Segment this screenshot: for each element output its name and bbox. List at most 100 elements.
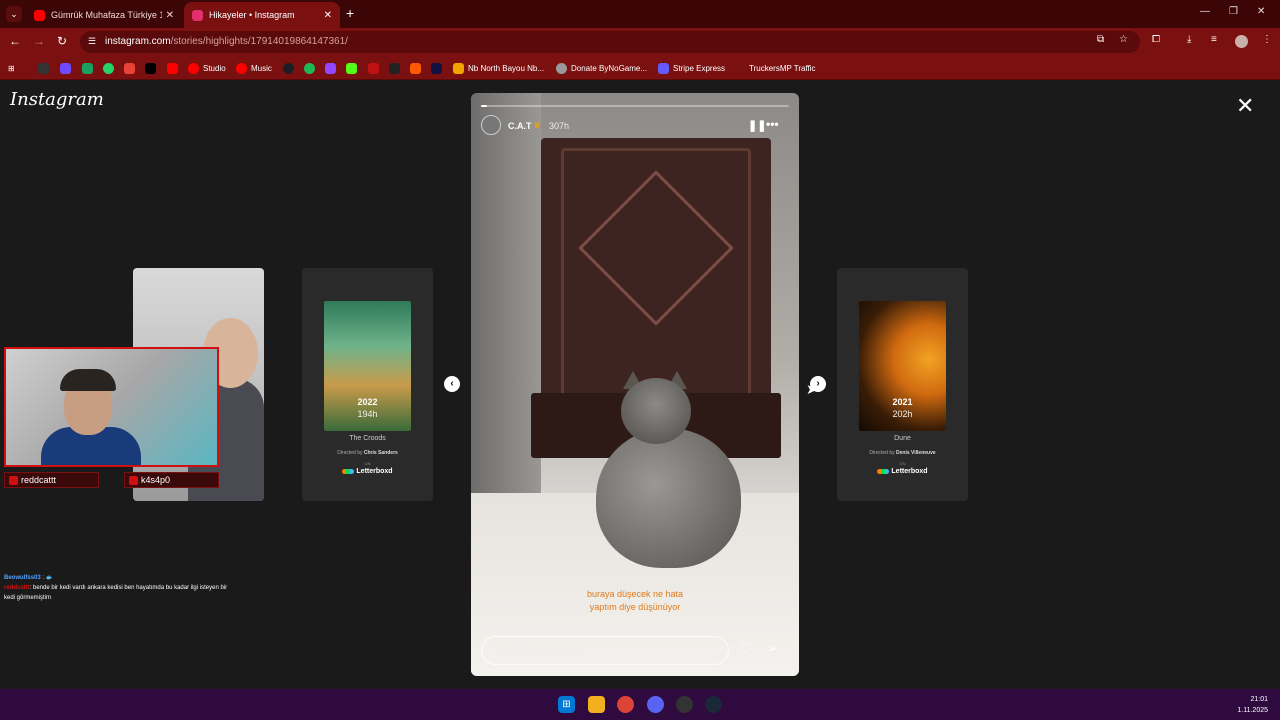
bookmark-studio[interactable]: Studio [188, 61, 226, 75]
like-heart-icon[interactable]: ♡ [739, 639, 752, 657]
system-clock[interactable]: 21:01 1.11.2025 [1228, 694, 1268, 716]
url-host: instagram.com [105, 36, 171, 47]
youtube-music-icon [236, 62, 247, 74]
on-label: ON [899, 461, 906, 466]
media-icon[interactable]: ≡ [1211, 34, 1217, 45]
bookmark-northbayou[interactable]: Nb North Bayou Nb... [453, 61, 544, 75]
bookmark-label: Nb North Bayou Nb... [468, 63, 545, 73]
bookmark-truckersmp[interactable]: TruckersMP Traffic [734, 61, 816, 75]
tiles-icon[interactable] [389, 62, 400, 74]
x-icon[interactable] [145, 62, 156, 74]
bookmark-star-icon[interactable]: ☆ [1119, 34, 1128, 45]
youtube-studio-icon [188, 62, 199, 74]
kick-icon[interactable] [346, 62, 357, 74]
story-thumbnail-dune[interactable]: 2021 202h Dune Directed by Denis Villene… [837, 268, 968, 501]
gmail-icon[interactable] [124, 62, 135, 74]
highlight-badge-icon: ♛ [533, 120, 542, 130]
more-options-icon[interactable]: ••• [766, 117, 779, 131]
restore-icon[interactable]: ❐ [1229, 6, 1238, 17]
arrow-icon[interactable] [410, 62, 421, 74]
tab-title: Gümrük Muhafaza Türkiye 1. Bö [51, 10, 162, 20]
site-info-icon[interactable]: ☰ [88, 36, 98, 46]
northbayou-icon [453, 62, 464, 74]
stream-tag-label: reddcattt [21, 475, 57, 485]
youtube-icon [129, 475, 138, 485]
reload-icon[interactable]: ↻ [57, 34, 67, 48]
movie-title: Dune [894, 435, 911, 442]
movie-director: Directed by Denis Villeneuve [837, 450, 968, 456]
profile-avatar[interactable] [1235, 35, 1248, 48]
tab-bar: ⌄ Gümrük Muhafaza Türkiye 1. Bö ✕ Hikaye… [0, 0, 1280, 28]
chrome-icon[interactable] [617, 696, 634, 713]
instagram-stories-page: Instagram ✕ 2022 194h The Croods Directe… [0, 81, 1280, 689]
sheets-icon[interactable] [82, 62, 93, 74]
reply-input[interactable]: garanfil1_'e yanıt ver... [481, 636, 729, 665]
story-year: 2021 [892, 397, 913, 407]
truckersmp-icon [734, 62, 745, 74]
steam-icon[interactable] [705, 696, 722, 713]
bookmark-label: Stripe Express [673, 63, 726, 73]
twitch-icon[interactable] [325, 62, 336, 74]
toolbar: ← → ↻ ☰ instagram.com/stories/highlights… [0, 28, 1280, 56]
discord-icon[interactable] [647, 696, 664, 713]
instagram-logo[interactable]: Instagram [10, 89, 104, 110]
stream-tag-reddcattt: reddcattt [4, 472, 99, 488]
bookmark-label: TruckersMP Traffic [749, 63, 816, 73]
whatsapp-icon[interactable] [103, 62, 114, 74]
pause-icon[interactable]: ❚❚ [748, 119, 766, 132]
youtube-icon[interactable] [167, 62, 178, 74]
brand-label: Letterboxd [891, 468, 928, 475]
minimize-icon[interactable]: — [1200, 6, 1210, 17]
extensions-icon[interactable]: ⧠ [1152, 34, 1160, 45]
mouse-cursor-icon: ➤ [806, 381, 818, 397]
letterboxd-badge: Letterboxd [837, 468, 968, 475]
tab-search-button[interactable]: ⌄ [6, 6, 22, 22]
stream-tag-label: k4s4p0 [141, 475, 171, 485]
address-bar[interactable]: ☰ instagram.com/stories/highlights/17914… [80, 31, 1140, 53]
new-tab-button[interactable]: + [346, 5, 354, 21]
terminal-icon[interactable] [431, 62, 442, 74]
back-icon[interactable]: ← [9, 34, 21, 48]
send-icon[interactable]: ➢ [767, 641, 778, 657]
story-user-avatar[interactable] [481, 115, 501, 135]
story-thumbnail-croods[interactable]: 2022 194h The Croods Directed by Chris S… [302, 268, 433, 501]
forward-icon[interactable]: → [33, 34, 45, 48]
chat-user: reddcattt [4, 585, 30, 591]
story-age: 194h [357, 409, 378, 419]
tab-gumruk[interactable]: Gümrük Muhafaza Türkiye 1. Bö ✕ [26, 2, 182, 28]
story-viewer[interactable]: C.A.T ♛ 307h ❚❚ ••• buraya düşecek ne ha… [471, 93, 799, 676]
tab-instagram[interactable]: Hikayeler • Instagram ✕ [184, 2, 340, 28]
apps-icon[interactable]: ⊞ [8, 61, 15, 75]
bookmark-music[interactable]: Music [236, 61, 272, 75]
proton-icon[interactable] [60, 62, 71, 74]
letterboxd-icon [877, 468, 890, 474]
bookmark-stripe[interactable]: Stripe Express [658, 61, 725, 75]
windows-start-icon[interactable]: ⊞ [558, 696, 575, 713]
close-icon[interactable]: ✕ [1236, 95, 1254, 117]
close-window-icon[interactable]: ✕ [1257, 6, 1265, 17]
close-tab-icon[interactable]: ✕ [166, 10, 174, 21]
file-explorer-icon[interactable] [588, 696, 605, 713]
story-username[interactable]: C.A.T [508, 121, 532, 131]
download-icon[interactable]: ⤓ [1187, 34, 1191, 45]
bookmark-label: Donate ByNoGame... [571, 63, 648, 73]
bookmark-bynogame[interactable]: Donate ByNoGame... [556, 61, 647, 75]
install-app-icon[interactable]: ⧉ [1097, 34, 1104, 45]
director-prefix: Directed by [869, 450, 897, 456]
chatgpt-icon[interactable] [38, 62, 49, 74]
dash-icon[interactable] [368, 62, 379, 74]
github-icon[interactable] [283, 62, 294, 74]
director-prefix: Directed by [337, 450, 364, 456]
brand-label: Letterboxd [356, 468, 393, 475]
close-tab-icon[interactable]: ✕ [324, 10, 332, 21]
caption-line: buraya düşecek ne hata [586, 589, 684, 599]
menu-icon[interactable]: ⋮ [1262, 34, 1272, 45]
chat-user: Beowulfss03 [4, 575, 41, 581]
previous-story-button[interactable]: ‹ [444, 376, 460, 392]
bynogame-icon [556, 62, 567, 74]
chat-message: reddcattt: bende bir kedi vardı ankara k… [4, 583, 234, 603]
story-progress-bar [481, 105, 789, 107]
spotify-icon[interactable] [304, 62, 315, 74]
obs-icon[interactable] [676, 696, 693, 713]
cat-body [596, 428, 741, 568]
